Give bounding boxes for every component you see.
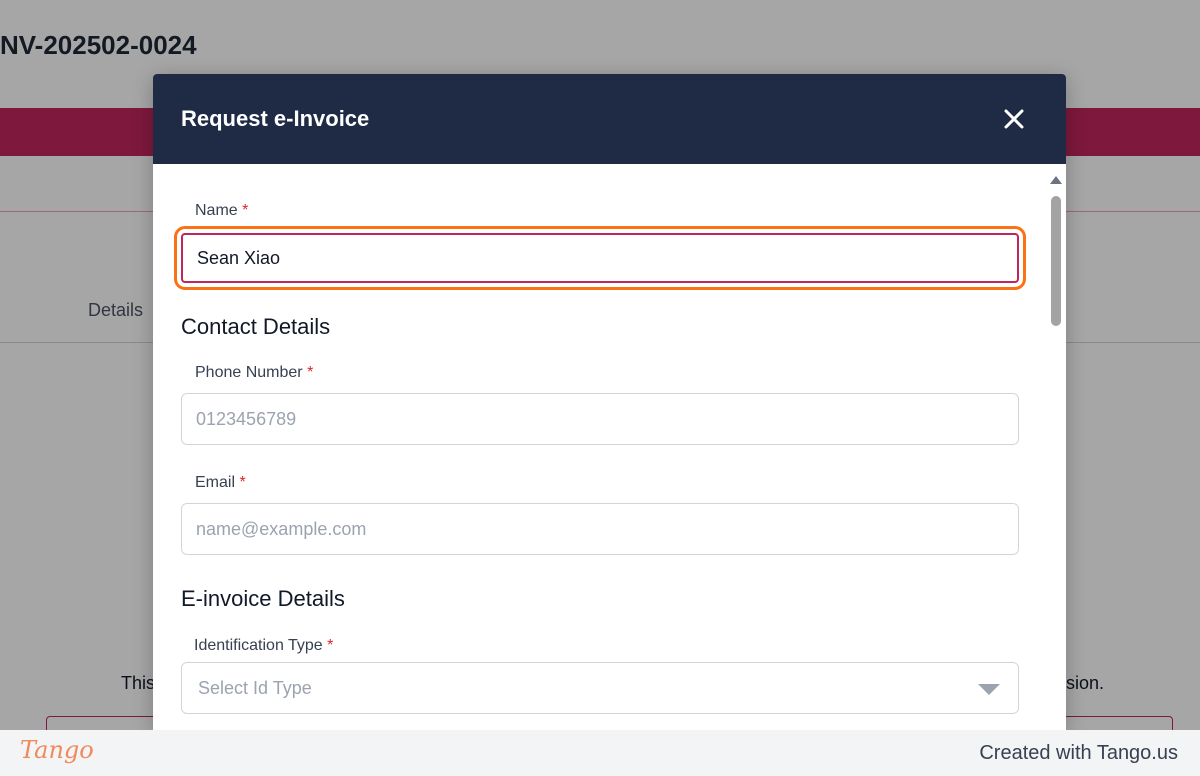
email-input[interactable]: [181, 503, 1019, 555]
close-icon[interactable]: [1002, 107, 1026, 131]
modal-title: Request e-Invoice: [181, 106, 370, 131]
phone-label: Phone Number *: [195, 364, 314, 381]
modal-body: Name * Contact Details Phone Number * Em…: [153, 164, 1066, 730]
request-einvoice-modal: Request e-Invoice Name * Contact Details…: [153, 74, 1066, 730]
scrollbar-thumb[interactable]: [1051, 196, 1061, 326]
email-label: Email *: [195, 474, 246, 491]
contact-details-heading: Contact Details: [181, 314, 331, 339]
scroll-up-arrow-icon[interactable]: [1050, 176, 1062, 184]
modal-header: Request e-Invoice: [153, 74, 1066, 164]
modal-scrollbar[interactable]: [1046, 164, 1066, 730]
created-with-text: Created with Tango.us: [979, 742, 1178, 764]
required-marker: *: [307, 364, 314, 381]
required-marker: *: [242, 202, 249, 219]
required-marker: *: [327, 637, 334, 654]
phone-number-input[interactable]: [181, 393, 1019, 445]
name-label: Name *: [195, 202, 249, 219]
identification-type-label: Identification Type *: [194, 637, 334, 654]
chevron-down-icon: [978, 684, 1000, 695]
einvoice-details-heading: E-invoice Details: [181, 586, 345, 611]
required-marker: *: [239, 474, 246, 491]
name-input[interactable]: [174, 226, 1026, 290]
tango-footer: Tango Created with Tango.us: [0, 730, 1200, 776]
select-placeholder: Select Id Type: [198, 677, 312, 698]
tango-logo: Tango: [20, 736, 94, 764]
identification-type-select[interactable]: Select Id Type: [181, 662, 1019, 714]
